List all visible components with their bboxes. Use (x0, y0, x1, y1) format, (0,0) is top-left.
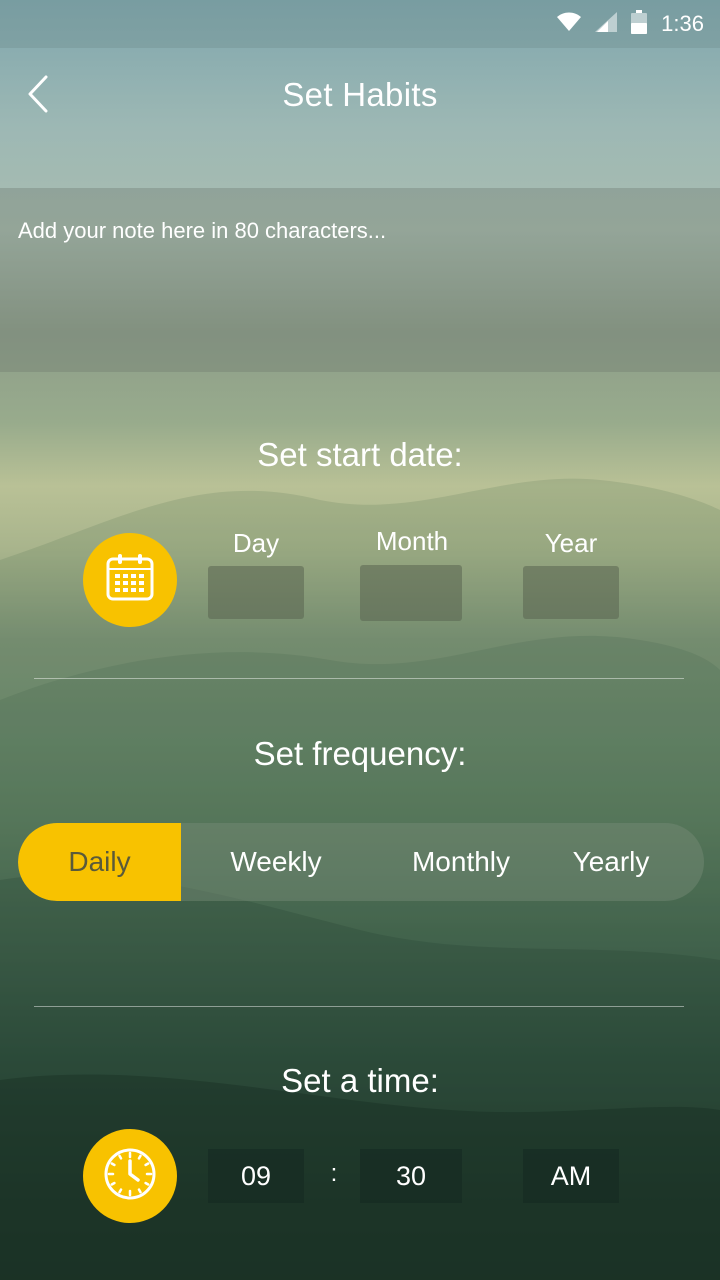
calendar-button[interactable] (83, 533, 177, 627)
month-field[interactable] (360, 565, 462, 621)
signal-icon (595, 11, 618, 37)
page-title: Set Habits (282, 76, 438, 113)
time-title: Set a time: (281, 1062, 439, 1099)
start-date-title: Set start date: (257, 436, 463, 473)
day-field[interactable] (208, 566, 304, 619)
frequency-selector: Daily Weekly Monthly Yearly (18, 823, 704, 901)
divider (34, 1006, 684, 1007)
frequency-option-yearly[interactable]: Yearly (542, 823, 680, 901)
status-time: 1:36 (661, 11, 704, 36)
wifi-icon (557, 12, 582, 37)
hour-field[interactable]: 09 (208, 1149, 304, 1203)
battery-icon (631, 9, 648, 39)
status-bar: 1:36 (0, 0, 720, 48)
frequency-option-monthly[interactable]: Monthly (380, 823, 542, 901)
minute-field[interactable]: 30 (360, 1149, 462, 1203)
frequency-title: Set frequency: (253, 735, 467, 772)
divider (34, 678, 684, 679)
year-label: Year (544, 528, 598, 558)
calendar-icon (106, 553, 154, 608)
note-input[interactable] (18, 218, 698, 244)
year-field[interactable] (523, 566, 619, 619)
header: Set Habits (0, 48, 720, 188)
clock-icon (103, 1147, 157, 1206)
frequency-option-daily[interactable]: Daily (18, 823, 181, 901)
day-label: Day (232, 528, 280, 558)
time-separator: : (330, 1160, 338, 1187)
clock-button[interactable] (83, 1129, 177, 1223)
period-field[interactable]: AM (523, 1149, 619, 1203)
frequency-option-weekly[interactable]: Weekly (196, 823, 356, 901)
month-label: Month (375, 526, 449, 556)
note-area (0, 188, 720, 372)
